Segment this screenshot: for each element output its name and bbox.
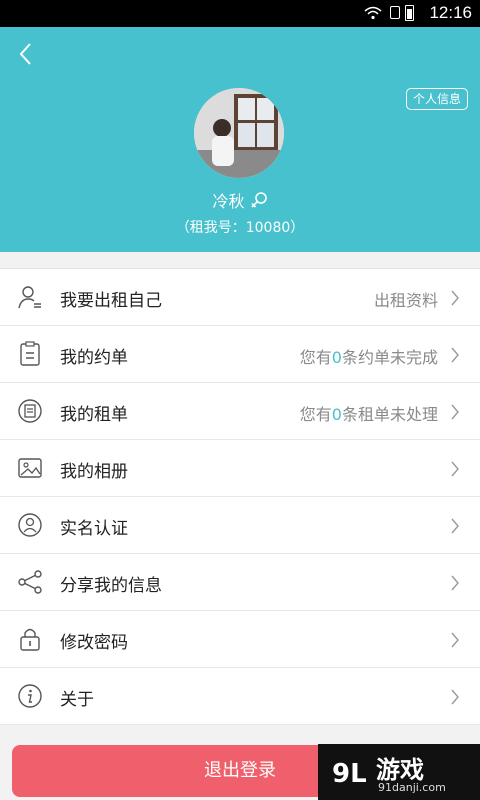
watermark-logo: 9L: [332, 759, 367, 789]
wifi-icon: [364, 6, 382, 20]
personal-info-button[interactable]: 个人信息: [405, 88, 468, 110]
female-icon: [250, 192, 267, 208]
order-icon: [18, 399, 42, 423]
watermark-brand: 游戏: [376, 756, 424, 784]
menu-item-label: 修改密码: [60, 633, 128, 653]
clipboard-icon: [20, 341, 40, 366]
sub-suffix: 条租单未处理: [341, 405, 438, 424]
menu-item-label: 实名认证: [60, 519, 128, 539]
menu-item-label: 我要出租自己: [60, 291, 162, 311]
user-name-row: 冷秋: [0, 188, 480, 212]
menu-item-sub: 出租资料: [373, 291, 438, 310]
sim-icon: [390, 6, 400, 19]
appointment-count: 0: [331, 348, 342, 367]
menu-item-my-album[interactable]: 我的相册: [0, 440, 480, 497]
chevron-right-icon: [451, 290, 459, 306]
status-time: 12:16: [429, 3, 472, 22]
rental-count: 0: [331, 405, 342, 424]
menu-item-label: 分享我的信息: [60, 576, 162, 596]
menu-item-share-info[interactable]: 分享我的信息: [0, 554, 480, 611]
avatar[interactable]: [194, 88, 284, 178]
menu-item-my-rentals[interactable]: 我的租单 您有0条租单未处理: [0, 383, 480, 440]
chevron-right-icon: [451, 461, 459, 477]
verify-icon: [18, 513, 42, 537]
menu-list: 我要出租自己 出租资料 我的约单 您有0条约单未完成 我的租单 您有0条租单未处…: [0, 268, 480, 725]
sub-prefix: 您有: [299, 405, 332, 424]
chevron-right-icon: [451, 575, 459, 591]
rent-id: （租我号：10080）: [175, 220, 305, 236]
menu-item-label: 我的租单: [60, 405, 128, 425]
menu-item-sub: 您有0条约单未完成: [300, 344, 438, 368]
album-icon: [18, 458, 42, 478]
avatar-photo: [194, 88, 284, 178]
share-icon: [18, 570, 42, 594]
menu-item-real-name-verification[interactable]: 实名认证: [0, 497, 480, 554]
menu-item-change-password[interactable]: 修改密码: [0, 611, 480, 668]
info-icon: [18, 684, 42, 708]
lock-icon: [20, 628, 40, 651]
menu-item-label: 关于: [60, 690, 94, 710]
person-icon: [18, 286, 41, 309]
menu-item-my-appointments[interactable]: 我的约单 您有0条约单未完成: [0, 326, 480, 383]
chevron-right-icon: [451, 404, 459, 420]
chevron-right-icon: [451, 347, 459, 363]
menu-item-rent-myself[interactable]: 我要出租自己 出租资料: [0, 269, 480, 326]
watermark: 9L 游戏 91danji.com: [318, 744, 480, 800]
chevron-right-icon: [451, 689, 459, 705]
profile-header: 个人信息 冷秋 （租我号：10080）: [0, 27, 480, 252]
menu-item-about[interactable]: 关于: [0, 668, 480, 725]
battery-icon: [405, 5, 414, 21]
watermark-logo-text: 9L: [332, 759, 367, 789]
menu-item-sub: 您有0条租单未处理: [300, 401, 438, 425]
watermark-site: 91danji.com: [378, 781, 446, 794]
chevron-right-icon: [451, 518, 459, 534]
menu-item-label: 我的约单: [60, 348, 128, 368]
user-name: 冷秋: [212, 192, 245, 211]
menu-item-label: 我的相册: [60, 462, 128, 482]
sub-prefix: 您有: [299, 348, 332, 367]
sub-suffix: 条约单未完成: [341, 348, 438, 367]
back-icon[interactable]: [14, 39, 42, 69]
chevron-right-icon: [451, 632, 459, 648]
status-bar: 12:16: [0, 0, 480, 27]
